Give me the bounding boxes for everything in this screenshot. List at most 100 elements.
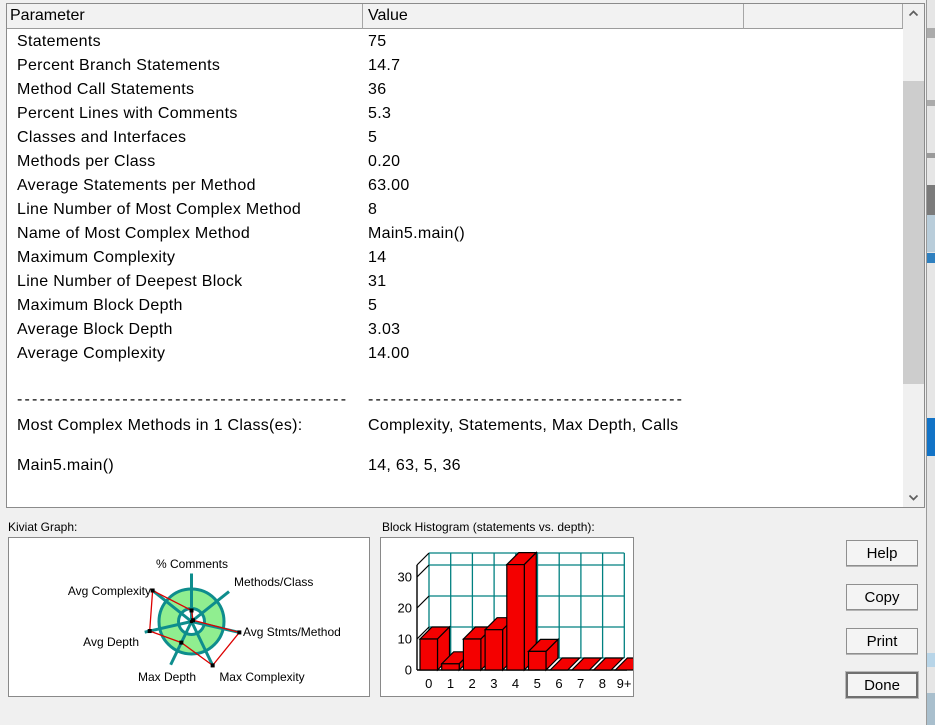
kiviat-axis-label: Avg Complexity bbox=[68, 584, 151, 598]
parameter-cell: Average Statements per Method bbox=[17, 177, 256, 194]
value-cell: 8 bbox=[368, 201, 378, 218]
parameter-cell: Method Call Statements bbox=[17, 81, 195, 98]
histogram-ytick-label: 20 bbox=[398, 601, 412, 616]
table-row[interactable]: Maximum Complexity 14 bbox=[7, 246, 903, 270]
value-cell: Main5.main() bbox=[368, 225, 465, 242]
histogram-xtick-label: 9+ bbox=[617, 676, 632, 691]
edge-segment bbox=[927, 693, 935, 725]
block-histogram-panel: 0 10 20 30 0 1 2 3 4 5 6 7 8 9+ bbox=[380, 537, 634, 697]
divider-dashes-value: ----------------------------------------… bbox=[368, 391, 685, 408]
histogram-ytick-label: 10 bbox=[398, 632, 412, 647]
kiviat-axis-label: Avg Stmts/Method bbox=[243, 625, 341, 639]
kiviat-axis-label: % Comments bbox=[156, 557, 228, 571]
scrollbar-thumb[interactable] bbox=[903, 81, 924, 384]
parameter-cell: Statements bbox=[17, 33, 101, 50]
histogram-xtick-label: 0 bbox=[425, 676, 432, 691]
table-row[interactable]: Average Block Depth 3.03 bbox=[7, 318, 903, 342]
kiviat-graph-panel: % Comments Methods/Class Avg Stmts/Method M… bbox=[8, 537, 370, 697]
parameter-cell: Percent Branch Statements bbox=[17, 57, 221, 74]
edge-segment bbox=[927, 653, 935, 667]
kiviat-radar-chart: % Comments Methods/Class Avg Stmts/Method M… bbox=[68, 557, 341, 684]
kiviat-axis-label: Max Depth bbox=[138, 670, 196, 684]
value-cell: 0.20 bbox=[368, 153, 401, 170]
table-row[interactable]: Line Number of Most Complex Method 8 bbox=[7, 198, 903, 222]
edge-segment bbox=[927, 215, 935, 252]
edge-segment bbox=[927, 28, 935, 38]
table-row[interactable]: Statements 75 bbox=[7, 30, 903, 54]
value-cell: 14.7 bbox=[368, 57, 401, 74]
value-cell: 36 bbox=[368, 81, 387, 98]
method-name-cell: Main5.main() bbox=[17, 457, 114, 474]
window-edge-artifact bbox=[926, 0, 935, 725]
table-row[interactable]: Classes and Interfaces 5 bbox=[7, 126, 903, 150]
edge-segment bbox=[927, 100, 935, 106]
vertical-scrollbar[interactable] bbox=[903, 4, 924, 507]
histogram-ytick-label: 30 bbox=[398, 570, 412, 585]
parameter-cell: Percent Lines with Comments bbox=[17, 105, 238, 122]
table-row[interactable]: Percent Lines with Comments 5.3 bbox=[7, 102, 903, 126]
table-row[interactable]: Methods per Class 0.20 bbox=[7, 150, 903, 174]
parameter-cell: Line Number of Most Complex Method bbox=[17, 201, 302, 218]
table-row[interactable]: Name of Most Complex Method Main5.main() bbox=[7, 222, 903, 246]
copy-button[interactable]: Copy bbox=[846, 584, 918, 610]
value-cell: 14.00 bbox=[368, 345, 410, 362]
parameter-cell: Average Block Depth bbox=[17, 321, 173, 338]
histogram-xtick-label: 2 bbox=[469, 676, 476, 691]
value-cell: 5.3 bbox=[368, 105, 392, 122]
table-row[interactable]: Maximum Block Depth 5 bbox=[7, 294, 903, 318]
method-values-cell: 14, 63, 5, 36 bbox=[368, 457, 461, 474]
parameter-cell: Name of Most Complex Method bbox=[17, 225, 251, 242]
kiviat-axis-label: Avg Depth bbox=[83, 635, 139, 649]
parameter-cell: Classes and Interfaces bbox=[17, 129, 187, 146]
block-histogram-chart: 01020300 1 2 3 4 5 6 7 8 9+ bbox=[398, 551, 633, 691]
table-row[interactable]: Method Call Statements 36 bbox=[7, 78, 903, 102]
chevron-down-icon bbox=[908, 494, 919, 501]
histogram-ytick-label: 0 bbox=[405, 663, 412, 678]
table-row[interactable]: Average Complexity 14.00 bbox=[7, 342, 903, 366]
edge-segment bbox=[927, 253, 935, 263]
value-cell: 63.00 bbox=[368, 177, 410, 194]
scroll-up-button[interactable] bbox=[903, 4, 924, 23]
histogram-xtick-label: 8 bbox=[599, 676, 606, 691]
histogram-xtick-label: 6 bbox=[555, 676, 562, 691]
table-row[interactable]: Percent Branch Statements 14.7 bbox=[7, 54, 903, 78]
parameter-cell: Maximum Complexity bbox=[17, 249, 176, 266]
print-button[interactable]: Print bbox=[846, 628, 918, 654]
histogram-xtick-label: 5 bbox=[534, 676, 541, 691]
help-button[interactable]: Help bbox=[846, 540, 918, 566]
table-row[interactable]: Line Number of Deepest Block 31 bbox=[7, 270, 903, 294]
block-histogram-label: Block Histogram (statements vs. depth): bbox=[382, 520, 595, 534]
kiviat-axis-label: Max Complexity bbox=[219, 670, 304, 684]
edge-segment bbox=[927, 418, 935, 456]
value-cell: 31 bbox=[368, 273, 387, 290]
value-cell: 3.03 bbox=[368, 321, 401, 338]
histogram-xtick-label: 1 bbox=[447, 676, 454, 691]
parameter-cell: Average Complexity bbox=[17, 345, 166, 362]
value-cell: 5 bbox=[368, 297, 378, 314]
histogram-xtick-label: 3 bbox=[490, 676, 497, 691]
kiviat-graph-label: Kiviat Graph: bbox=[8, 520, 78, 534]
histogram-xtick-label: 7 bbox=[577, 676, 584, 691]
parameter-cell: Line Number of Deepest Block bbox=[17, 273, 243, 290]
edge-segment bbox=[927, 185, 935, 215]
parameter-cell: Methods per Class bbox=[17, 153, 156, 170]
most-complex-header-row: Most Complex Methods in 1 Class(es): Com… bbox=[7, 414, 903, 438]
parameter-cell: Maximum Block Depth bbox=[17, 297, 183, 314]
divider-row: ----------------------------------------… bbox=[7, 388, 903, 412]
value-cell: 5 bbox=[368, 129, 378, 146]
table-body: Average Complexity 14.00 Average Block Dep… bbox=[7, 4, 903, 507]
value-cell: 75 bbox=[368, 33, 387, 50]
kiviat-axis-label: Methods/Class bbox=[234, 575, 313, 589]
most-complex-label: Most Complex Methods in 1 Class(es): bbox=[17, 417, 303, 434]
metrics-table: Parameter Value Average Complexity 14.00 A… bbox=[6, 3, 925, 508]
value-cell: 14 bbox=[368, 249, 387, 266]
divider-dashes-parameter: ----------------------------------------… bbox=[17, 391, 349, 408]
most-complex-columns-label: Complexity, Statements, Max Depth, Calls bbox=[368, 417, 679, 434]
done-button[interactable]: Done bbox=[846, 672, 918, 698]
table-row[interactable]: Average Statements per Method 63.00 bbox=[7, 174, 903, 198]
chevron-up-icon bbox=[908, 10, 919, 17]
most-complex-method-row[interactable]: Main5.main() 14, 63, 5, 36 bbox=[7, 454, 903, 478]
edge-segment bbox=[927, 153, 935, 158]
histogram-xtick-label: 4 bbox=[512, 676, 519, 691]
scroll-down-button[interactable] bbox=[903, 488, 924, 507]
